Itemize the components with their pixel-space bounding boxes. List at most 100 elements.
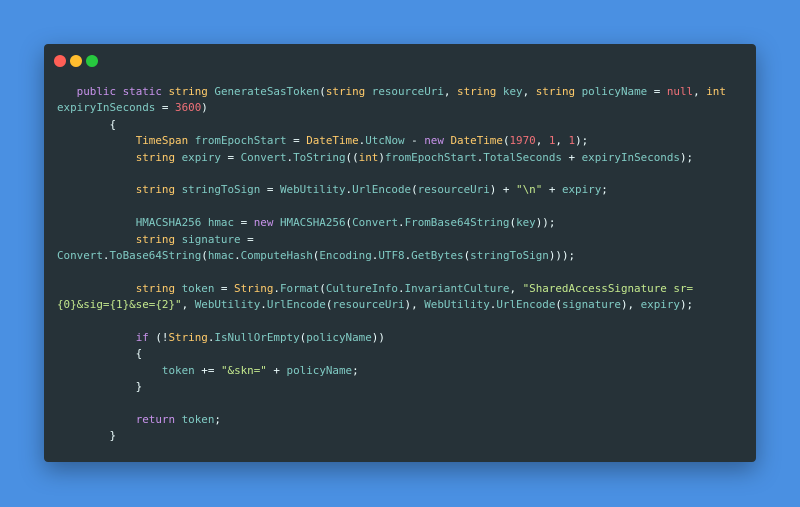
code-token-punctuation: += [194,363,221,377]
window-controls [54,55,98,67]
code-token-punctuation: = [234,216,254,230]
code-token-identifier: expiryInSeconds [581,150,680,164]
code-token-punctuation: (( [345,150,359,164]
code-token-punctuation: ; [352,363,359,377]
code-token-punctuation [57,413,136,426]
code-token-punctuation [57,331,136,344]
code-token-punctuation [57,364,162,377]
code-window: public static string GenerateSasToken(st… [44,44,756,462]
code-token-punctuation: = [260,183,280,197]
code-token-punctuation: { [57,347,143,361]
code-token-type: string [135,232,176,246]
code-token-punctuation [57,282,136,295]
code-token-identifier: UrlEncode [266,298,326,312]
code-token-type: string [135,281,176,295]
code-token-identifier: GetBytes [411,248,464,262]
code-line: { [57,117,726,133]
code-token-punctuation: , [522,85,536,98]
code-token-type: string [535,85,576,98]
code-line: return token; [57,412,726,428]
code-token-punctuation: = [240,232,254,246]
code-token-identifier: token [181,412,215,426]
code-line: TimeSpan fromEpochStart = DateTime.UtcNo… [57,133,726,149]
code-token-type: DateTime [450,134,503,148]
code-token-punctuation: = [214,281,235,295]
code-token-keyword: new [253,216,274,230]
code-token-punctuation: (! [148,330,169,344]
code-token-identifier: WebUtility [424,298,490,312]
code-token-punctuation: , [535,134,549,148]
code-token-punctuation: , [181,298,195,312]
code-token-string-literal: "SharedAccessSignature sr= [522,281,694,295]
code-token-punctuation: + [542,183,562,197]
code-token-identifier: Encoding [319,248,372,262]
code-token-punctuation: )) [371,330,385,344]
code-token-identifier: resourceUri [417,183,490,197]
code-token-identifier: FromBase64String [404,216,510,230]
code-token-identifier: resourceUri [332,298,405,312]
code-token-number-literal: 3600 [175,101,202,115]
code-token-punctuation [57,151,136,164]
code-token-identifier: UTF8 [378,248,405,262]
code-token-identifier: Convert [57,248,103,262]
code-token-type: string [457,85,497,98]
code-line: } [57,428,726,444]
code-token-identifier: hmac [207,248,235,262]
code-token-punctuation [57,134,136,147]
code-token-identifier: key [496,85,523,98]
code-token-punctuation: - [404,134,425,148]
code-line: {0}&sig={1}&se={2}", WebUtility.UrlEncod… [57,297,726,313]
code-token-identifier: signature [561,298,621,312]
code-token-identifier: stringToSign [175,183,261,197]
code-token-identifier: expiry [640,298,680,312]
close-dot-icon [54,55,66,67]
code-token-identifier: InvariantCulture [404,281,510,295]
code-token-identifier: fromEpochStart [188,134,287,148]
code-token-punctuation: } [57,380,143,394]
code-token-identifier: hmac [201,216,235,230]
minimize-dot-icon [70,55,82,67]
code-token-string-literal: {0}&sig={1}&se={2}" [57,298,182,312]
code-token-punctuation: ), [620,298,641,312]
code-token-punctuation: ); [679,150,694,164]
code-token-punctuation: = [647,85,667,98]
code-token-identifier: token [161,363,195,377]
code-token-punctuation: ))); [548,248,576,262]
code-token-punctuation: ) + [489,183,517,197]
code-token-string-literal: "\n" [516,183,543,197]
code-token-identifier: GenerateSasToken [207,85,320,98]
code-token-punctuation: + [266,363,287,377]
code-token-identifier: UrlEncode [352,183,412,197]
code-token-punctuation: = [220,150,241,164]
code-token-punctuation: ); [679,298,694,312]
code-token-identifier: expiry [561,183,602,197]
code-token-keyword: return [135,412,176,426]
code-token-identifier: policyName [575,85,648,98]
code-token-punctuation: )); [535,216,556,230]
code-line: string signature = [57,232,726,248]
code-line: public static string GenerateSasToken(st… [57,84,726,100]
code-token-punctuation [57,85,77,98]
code-token-punctuation: + [561,150,582,164]
code-token-type: string [135,183,176,197]
code-token-keyword: static [122,85,162,98]
code-token-punctuation: ; [601,183,608,197]
code-token-punctuation: , [693,85,707,98]
code-token-type: int [706,85,726,98]
code-token-punctuation: , [443,85,458,98]
code-token-punctuation [57,216,136,229]
code-token-identifier: CultureInfo [325,281,398,295]
code-line: if (!String.IsNullOrEmpty(policyName)) [57,330,726,346]
code-line: token += "&skn=" + policyName; [57,363,726,379]
code-token-punctuation: ) [201,101,208,115]
code-token-punctuation: { [57,117,117,131]
code-token-type: string [168,85,208,98]
code-token-keyword: new [424,134,444,148]
code-token-number-literal: 1970 [509,134,536,148]
code-line: } [57,379,726,395]
code-token-identifier: HMACSHA256 [135,216,202,230]
code-token-punctuation: , [555,134,569,148]
code-token-punctuation [57,233,136,246]
code-token-identifier: policyName [286,363,353,377]
